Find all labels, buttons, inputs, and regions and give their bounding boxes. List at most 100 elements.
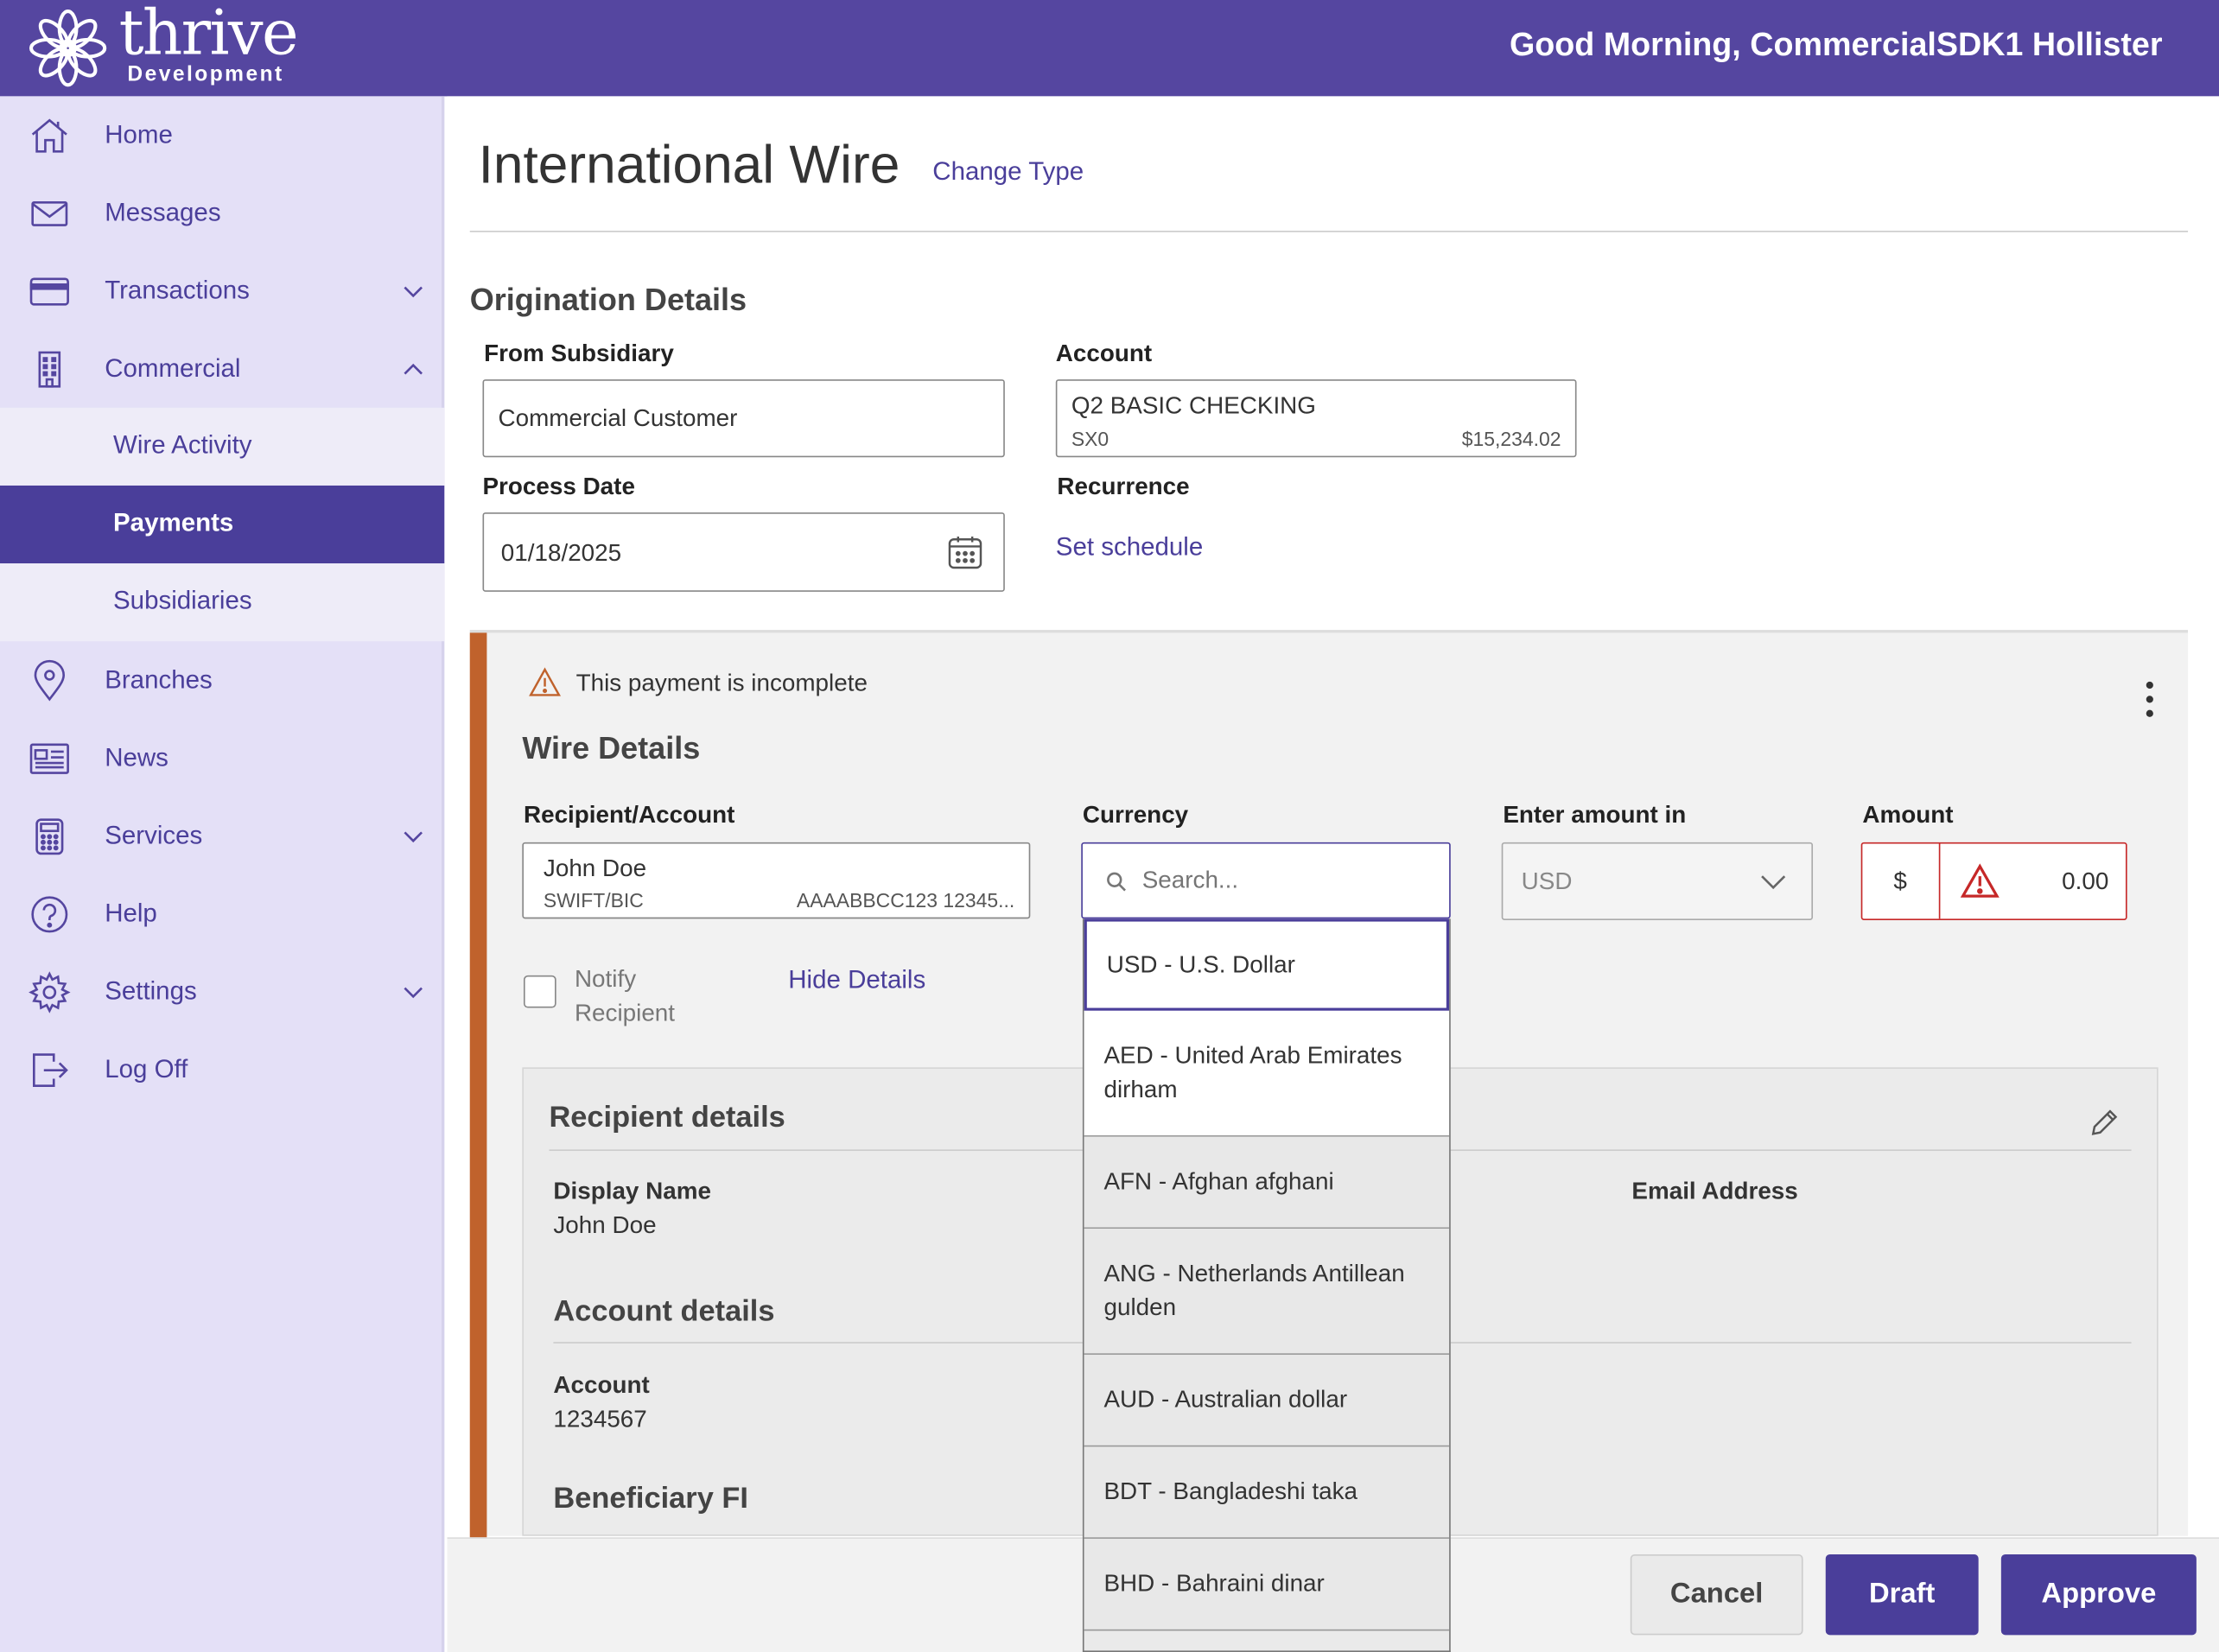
search-icon <box>1107 872 1126 892</box>
currency-label: Currency <box>1082 801 1189 829</box>
recipient-code: AAAABBCC123 12345... <box>796 888 1015 912</box>
sidebar-item-label: Log Off <box>105 1054 188 1083</box>
flower-logo-icon <box>29 10 107 87</box>
currency-option-aud[interactable]: AUD - Australian dollar <box>1084 1354 1450 1447</box>
greeting: Good Morning, CommercialSDK1 Hollister <box>1509 25 2163 63</box>
sidebar-item-label: Services <box>105 821 203 850</box>
amount-currency-select[interactable]: USD <box>1501 842 1814 920</box>
chevron-down-icon <box>1761 875 1786 890</box>
currency-option-ang[interactable]: ANG - Netherlands Antillean gulden <box>1084 1229 1450 1355</box>
chevron-down-icon <box>404 831 423 843</box>
currency-option-bdt[interactable]: BDT - Bangladeshi taka <box>1084 1446 1450 1539</box>
sidebar-item-services[interactable]: Services <box>0 797 444 874</box>
envelope-icon <box>31 200 68 226</box>
chevron-up-icon <box>404 363 423 375</box>
recipient-account-label-2: Account <box>553 1371 650 1399</box>
sidebar-item-label: Help <box>105 899 157 928</box>
sidebar-subitem-wire-activity[interactable]: Wire Activity <box>0 407 445 486</box>
currency-dropdown-list[interactable]: USD - U.S. Dollar AED - United Arab Emir… <box>1082 918 1451 1652</box>
pencil-icon[interactable] <box>2089 1107 2120 1138</box>
card-icon <box>29 277 69 306</box>
currency-option-text: USD - U.S. Dollar <box>1106 950 1295 978</box>
sidebar-item-news[interactable]: News <box>0 719 444 797</box>
currency-option-text: AED - United Arab Emirates <box>1103 1041 1402 1069</box>
sidebar-item-help[interactable]: Help <box>0 875 444 953</box>
sidebar-item-messages[interactable]: Messages <box>0 175 444 252</box>
notify-label-line1: Notify <box>574 965 637 993</box>
amount-currency-value: USD <box>1521 867 1573 895</box>
home-icon <box>31 118 67 153</box>
approve-button[interactable]: Approve <box>2000 1554 2197 1636</box>
more-options-icon[interactable] <box>2137 679 2162 721</box>
set-schedule-link[interactable]: Set schedule <box>1056 532 1203 562</box>
account-details-heading: Account details <box>553 1295 775 1328</box>
thrive-logo[interactable]: thrive Development <box>29 0 299 91</box>
sidebar-item-settings[interactable]: Settings <box>0 953 444 1031</box>
sidebar-item-label: Commercial <box>105 353 241 383</box>
notify-recipient-checkbox[interactable] <box>523 975 556 1008</box>
gear-icon <box>29 971 71 1013</box>
amount-divider <box>1938 843 1941 919</box>
notify-recipient-label: Notify Recipient <box>575 963 675 1031</box>
currency-option-text-2: gulden <box>1103 1293 1177 1321</box>
account-name: Q2 BASIC CHECKING <box>1071 391 1316 419</box>
sidebar-subitem-label: Payments <box>113 508 234 537</box>
building-icon <box>38 351 61 388</box>
page-title: International Wire <box>478 136 900 196</box>
currency-option-aed[interactable]: AED - United Arab Emirates dirham <box>1084 1010 1450 1137</box>
chevron-down-icon <box>404 286 423 298</box>
account-balance: $15,234.02 <box>1461 427 1561 451</box>
currency-search-input[interactable] <box>1141 861 1426 901</box>
draft-button[interactable]: Draft <box>1825 1554 1979 1636</box>
from-subsidiary-field[interactable]: Commercial Customer <box>482 379 1005 458</box>
enter-amount-label: Enter amount in <box>1503 801 1687 829</box>
top-bar: thrive Development Good Morning, Commerc… <box>0 0 2219 97</box>
sidebar-item-label: Transactions <box>105 276 250 305</box>
sidebar-item-transactions[interactable]: Transactions <box>0 252 444 330</box>
display-name-value: John Doe <box>553 1211 657 1239</box>
sidebar-item-label: Settings <box>105 976 197 1006</box>
hide-details-link[interactable]: Hide Details <box>788 965 925 994</box>
account-select[interactable]: Q2 BASIC CHECKING SX0 $15,234.02 <box>1055 379 1577 458</box>
amount-field[interactable]: $ 0.00 <box>1860 842 2127 920</box>
currency-option-text: BHD - Bahraini dinar <box>1103 1569 1325 1598</box>
process-date-value: 01/18/2025 <box>500 539 622 567</box>
title-divider <box>469 231 2189 232</box>
sidebar-item-commercial[interactable]: Commercial <box>0 330 444 408</box>
change-type-link[interactable]: Change Type <box>932 157 1084 187</box>
sidebar-item-log-off[interactable]: Log Off <box>0 1031 444 1109</box>
sidebar-item-label: Home <box>105 120 173 149</box>
currency-option-afn[interactable]: AFN - Afghan afghani <box>1084 1136 1450 1229</box>
amount-value: 0.00 <box>2062 867 2109 895</box>
process-date-label: Process Date <box>482 473 635 500</box>
sidebar-subitem-label: Subsidiaries <box>113 586 252 615</box>
recipient-select[interactable]: John Doe SWIFT/BIC AAAABBCC123 12345... <box>522 842 1031 919</box>
sidebar-subitem-payments[interactable]: Payments <box>0 485 445 564</box>
currency-option-text: AFN - Afghan afghani <box>1103 1167 1334 1195</box>
account-label: Account <box>1055 340 1153 367</box>
recipient-name: John Doe <box>543 855 647 882</box>
recipient-details-heading: Recipient details <box>549 1101 785 1134</box>
sidebar-subitem-subsidiaries[interactable]: Subsidiaries <box>0 563 445 642</box>
currency-option-bhd[interactable]: BHD - Bahraini dinar <box>1084 1538 1450 1631</box>
recipient-account-label: Recipient/Account <box>523 801 735 829</box>
calendar-icon[interactable] <box>947 534 984 571</box>
currency-option-text-2: dirham <box>1103 1076 1178 1103</box>
amount-symbol: $ <box>1893 867 1907 895</box>
logo-subtitle: Development <box>127 62 284 86</box>
sidebar-item-branches[interactable]: Branches <box>0 641 444 719</box>
error-icon <box>1960 863 2000 898</box>
currency-search-field[interactable] <box>1081 842 1451 919</box>
cancel-button[interactable]: Cancel <box>1630 1554 1803 1636</box>
from-subsidiary-value: Commercial Customer <box>498 404 738 432</box>
incomplete-stripe <box>469 632 487 1539</box>
currency-option-usd[interactable]: USD - U.S. Dollar <box>1084 918 1450 1011</box>
process-date-field[interactable]: 01/18/2025 <box>482 512 1005 592</box>
help-icon <box>31 896 68 933</box>
currency-option-text: BDT - Bangladeshi taka <box>1103 1477 1358 1505</box>
sidebar-item-home[interactable]: Home <box>0 96 444 174</box>
warning-icon <box>529 667 562 696</box>
incomplete-message: This payment is incomplete <box>575 669 868 697</box>
display-name-label: Display Name <box>553 1178 711 1205</box>
newspaper-icon <box>29 743 69 774</box>
